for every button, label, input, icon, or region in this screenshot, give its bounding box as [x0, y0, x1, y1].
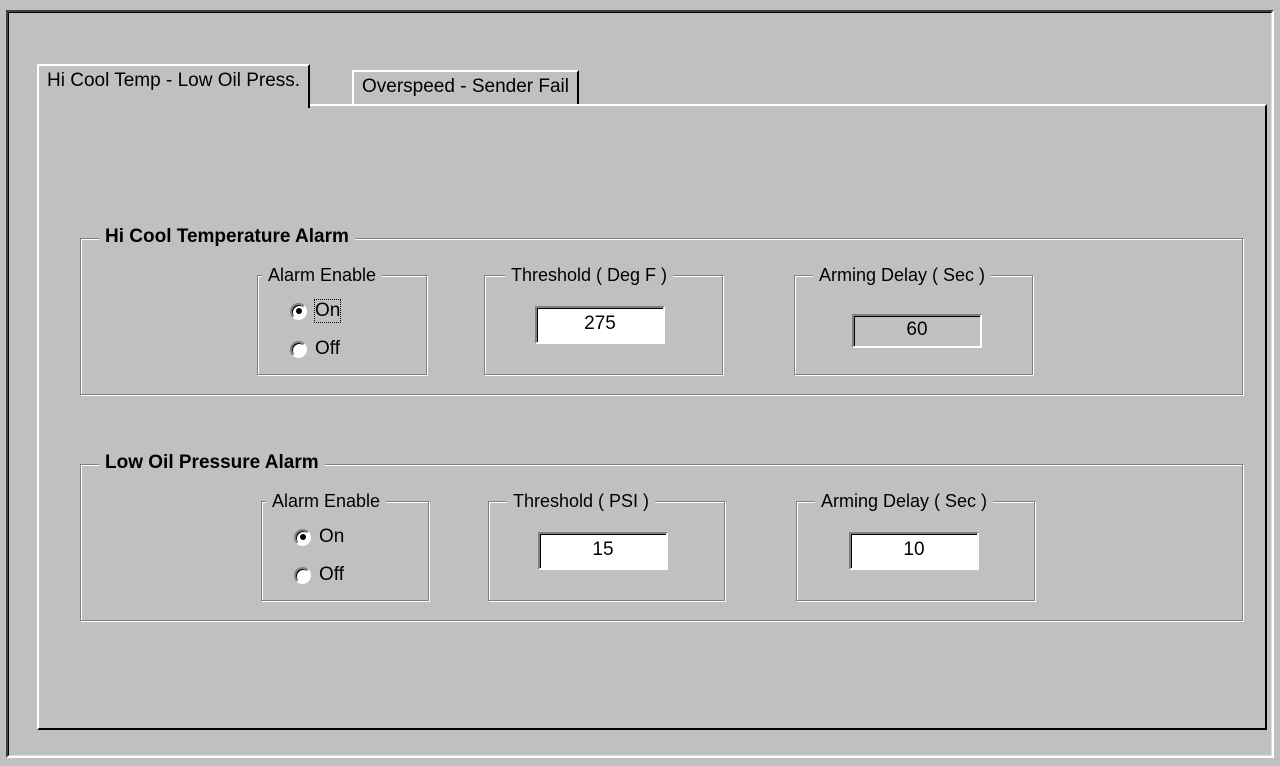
- low-oil-pressure-alarm-group: Low Oil Pressure Alarm Alarm Enable On O…: [80, 452, 1243, 621]
- tab-label: Hi Cool Temp - Low Oil Press.: [47, 70, 301, 91]
- radio-checked-icon: [290, 302, 307, 320]
- tab-hi-cool-temp-low-oil-press[interactable]: Hi Cool Temp - Low Oil Press.: [37, 64, 311, 108]
- tab-overspeed-sender-fail[interactable]: Overspeed - Sender Fail: [352, 70, 579, 104]
- arming-delay-input: 60: [852, 314, 982, 348]
- alarm-enable-on-radio[interactable]: On: [294, 526, 344, 548]
- radio-label: On: [319, 526, 345, 547]
- arming-delay-label: Arming Delay ( Sec ): [813, 264, 992, 286]
- hi-cool-temperature-alarm-group: Hi Cool Temperature Alarm Alarm Enable O…: [80, 226, 1243, 395]
- arming-delay-label: Arming Delay ( Sec ): [815, 490, 994, 512]
- arming-delay-group: Arming Delay ( Sec ) 60: [794, 264, 1033, 375]
- alarm-enable-off-radio[interactable]: Off: [294, 564, 344, 586]
- alarm-enable-group: Alarm Enable On Off: [257, 264, 427, 375]
- radio-unchecked-icon: [290, 340, 307, 358]
- radio-checked-icon: [294, 528, 311, 546]
- alarm-enable-off-radio[interactable]: Off: [290, 338, 340, 360]
- threshold-label: Threshold ( Deg F ): [505, 264, 674, 286]
- alarm-enable-on-radio[interactable]: On: [290, 299, 342, 323]
- threshold-input[interactable]: 15: [538, 532, 668, 570]
- threshold-input[interactable]: 275: [535, 306, 665, 344]
- tab-panel: Hi Cool Temperature Alarm Alarm Enable O…: [37, 104, 1267, 730]
- alarm-enable-label: Alarm Enable: [266, 490, 387, 512]
- threshold-group: Threshold ( Deg F ) 275: [484, 264, 723, 375]
- radio-label: On: [313, 299, 342, 323]
- radio-label: Off: [319, 564, 344, 585]
- threshold-group: Threshold ( PSI ) 15: [488, 490, 725, 601]
- tab-label: Overspeed - Sender Fail: [362, 76, 569, 97]
- alarm-enable-label: Alarm Enable: [262, 264, 383, 286]
- threshold-label: Threshold ( PSI ): [507, 490, 656, 512]
- radio-label: Off: [315, 338, 340, 359]
- arming-delay-group: Arming Delay ( Sec ) 10: [796, 490, 1035, 601]
- group-title: Hi Cool Temperature Alarm: [99, 226, 355, 248]
- arming-delay-input[interactable]: 10: [849, 532, 979, 570]
- alarm-enable-group: Alarm Enable On Off: [261, 490, 429, 601]
- radio-unchecked-icon: [294, 566, 311, 584]
- group-title: Low Oil Pressure Alarm: [99, 452, 325, 474]
